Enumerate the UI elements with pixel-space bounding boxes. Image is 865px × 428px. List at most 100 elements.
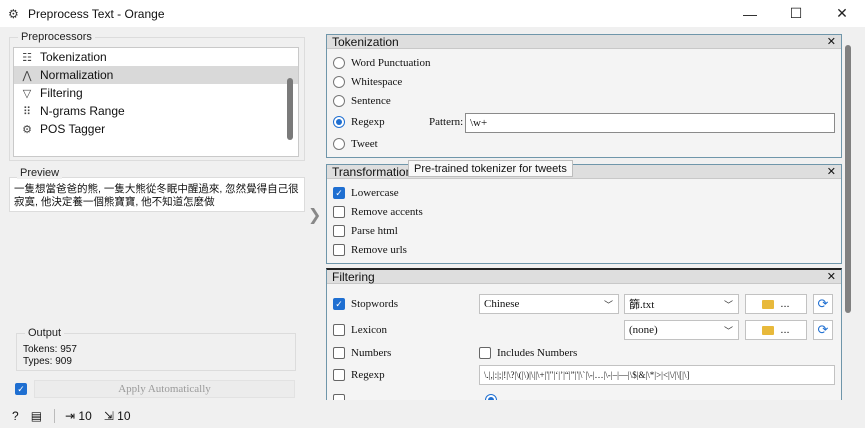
close-button[interactable]: ✕ [819,0,865,27]
preview-label: Preview [17,167,63,179]
checkbox-icon[interactable] [333,206,345,218]
preprocessor-label: N-grams Range [40,104,125,118]
stopwords-language-select[interactable]: Chinese ﹀ [479,294,619,314]
status-divider [54,409,56,423]
lexicon-browse-button[interactable]: ... [745,320,807,340]
token-option-word-punct[interactable]: Word Punctuation [333,57,430,69]
option-label: Regexp [351,369,385,381]
filtering-header: Filtering ✕ [327,270,841,284]
option-label: Lowercase [351,187,399,199]
radio-icon[interactable] [333,76,345,88]
reload-icon: ⟳ [817,322,829,337]
settings-pane: Tokenization ✕ Word Punctuation Whitespa… [323,30,854,400]
checkbox-checked-icon[interactable]: ✓ [333,187,345,199]
select-value: 篩.txt [629,299,655,311]
preprocessor-label: Tokenization [40,50,107,64]
preprocessors-list[interactable]: ☷ Tokenization ⋀ Normalization ▽ Filteri… [13,47,299,157]
preview-text: 一隻想當爸爸的熊, 一隻大熊從冬眠中醒過來, 忽然覺得自己很寂寞, 他決定養一個… [14,183,299,208]
lexicon-reload-button[interactable]: ⟳ [813,320,833,340]
checkbox-checked-icon[interactable]: ✓ [333,298,345,310]
checkbox-icon[interactable] [333,324,345,336]
status-bar: ? ▤ ⇥ 10 ⇲ 10 [0,405,320,427]
minimize-button[interactable]: — [727,0,773,27]
radio-icon[interactable] [333,57,345,69]
stopwords-file-select[interactable]: 篩.txt ﹀ [624,294,739,314]
preprocessor-item-tokenization[interactable]: ☷ Tokenization [14,48,298,66]
tokenization-box: Tokenization ✕ Word Punctuation Whitespa… [326,34,842,158]
folder-icon [762,299,775,309]
folder-icon [762,325,775,335]
ngrams-icon: ⠿ [22,105,32,118]
preprocessors-scrollbar[interactable] [287,78,293,140]
apply-button[interactable]: Apply Automatically [34,380,295,398]
preprocessor-label: Normalization [40,68,114,82]
filter-includes-numbers[interactable]: Includes Numbers [479,347,577,359]
filter-numbers[interactable]: Numbers [333,347,391,359]
preprocessor-item-ngrams[interactable]: ⠿ N-grams Range [14,102,298,120]
transform-remove-accents[interactable]: Remove accents [333,206,423,218]
stopwords-reload-button[interactable]: ⟳ [813,294,833,314]
window-title: Preprocess Text - Orange [28,6,165,21]
button-label: ... [780,298,790,310]
radio-icon[interactable] [333,95,345,107]
select-value: Chinese [484,298,520,310]
checkbox-icon[interactable] [333,225,345,237]
filtering-title: Filtering [332,269,375,284]
preprocessor-label: POS Tagger [40,122,106,136]
transform-parse-html[interactable]: Parse html [333,225,398,237]
arrow-right-icon: ❯ [308,207,322,224]
radio-icon[interactable] [333,138,345,150]
option-label: Lexicon [351,324,388,336]
filtering-box: Filtering ✕ ✓ Stopwords Chinese ﹀ 篩.txt ﹀… [326,268,842,400]
option-label: Includes Numbers [497,347,578,359]
app-icon: ⚙ [8,6,19,21]
preprocessor-item-filtering[interactable]: ▽ Filtering [14,84,298,102]
stopwords-browse-button[interactable]: ... [745,294,807,314]
checkbox-icon[interactable] [333,369,345,381]
token-option-regexp[interactable]: Regexp [333,116,385,128]
filter-stopwords[interactable]: ✓ Stopwords [333,298,398,310]
settings-scrollbar[interactable] [845,45,851,313]
filter-regexp[interactable]: Regexp [333,369,385,381]
pattern-label-text: Pattern: [429,116,464,128]
regexp-input[interactable]: \.|,|:|;|!|\?|\(|\)|\||\+|'|"|‘|’|“|”|'|… [479,365,835,385]
option-label: Regexp [351,116,385,128]
close-icon[interactable]: ✕ [827,35,836,48]
pattern-input[interactable]: \w+ [465,113,835,133]
close-icon[interactable]: ✕ [827,165,836,178]
radio-selected-icon[interactable] [485,394,497,400]
checkbox-icon[interactable] [333,244,345,256]
preprocessor-item-pos-tagger[interactable]: ⚙ POS Tagger [14,120,298,138]
tokenization-header: Tokenization ✕ [327,35,841,49]
token-option-whitespace[interactable]: Whitespace [333,76,402,88]
checkbox-icon[interactable] [333,394,345,400]
checkbox-icon[interactable] [333,347,345,359]
transform-remove-urls[interactable]: Remove urls [333,244,407,256]
radio-selected-icon[interactable] [333,116,345,128]
token-option-sentence[interactable]: Sentence [333,95,391,107]
filter-lexicon[interactable]: Lexicon [333,324,387,336]
preprocessor-item-normalization[interactable]: ⋀ Normalization [14,66,298,84]
token-option-tweet[interactable]: Tweet [333,138,378,150]
output-count: 10 [117,409,131,423]
pattern-label: Pattern: [429,116,463,128]
checkbox-icon[interactable] [479,347,491,359]
option-label: Whitespace [351,76,403,88]
help-icon[interactable]: ? [12,409,19,423]
output-data-icon[interactable]: ⇲ 10 [104,409,131,423]
pos-tagger-icon: ⚙ [22,123,32,136]
input-data-icon[interactable]: ⇥ 10 [65,409,92,423]
transformation-title: Transformation [332,164,413,179]
transform-lowercase[interactable]: ✓ Lowercase [333,187,399,199]
chevron-down-icon: ﹀ [603,300,613,310]
button-label: ... [780,324,790,336]
transformation-box: Transformation ✕ ✓ Lowercase Remove accen… [326,164,842,264]
chevron-down-icon: ﹀ [723,326,733,336]
output-types: Types: 909 [23,356,72,367]
lexicon-file-select[interactable]: (none) ﹀ [624,320,739,340]
report-icon[interactable]: ▤ [31,409,42,423]
close-icon[interactable]: ✕ [827,270,836,283]
maximize-button[interactable]: ☐ [773,0,819,27]
apply-automatically-checkbox[interactable]: ✓ [15,383,27,395]
preprocessor-label: Filtering [40,86,83,100]
